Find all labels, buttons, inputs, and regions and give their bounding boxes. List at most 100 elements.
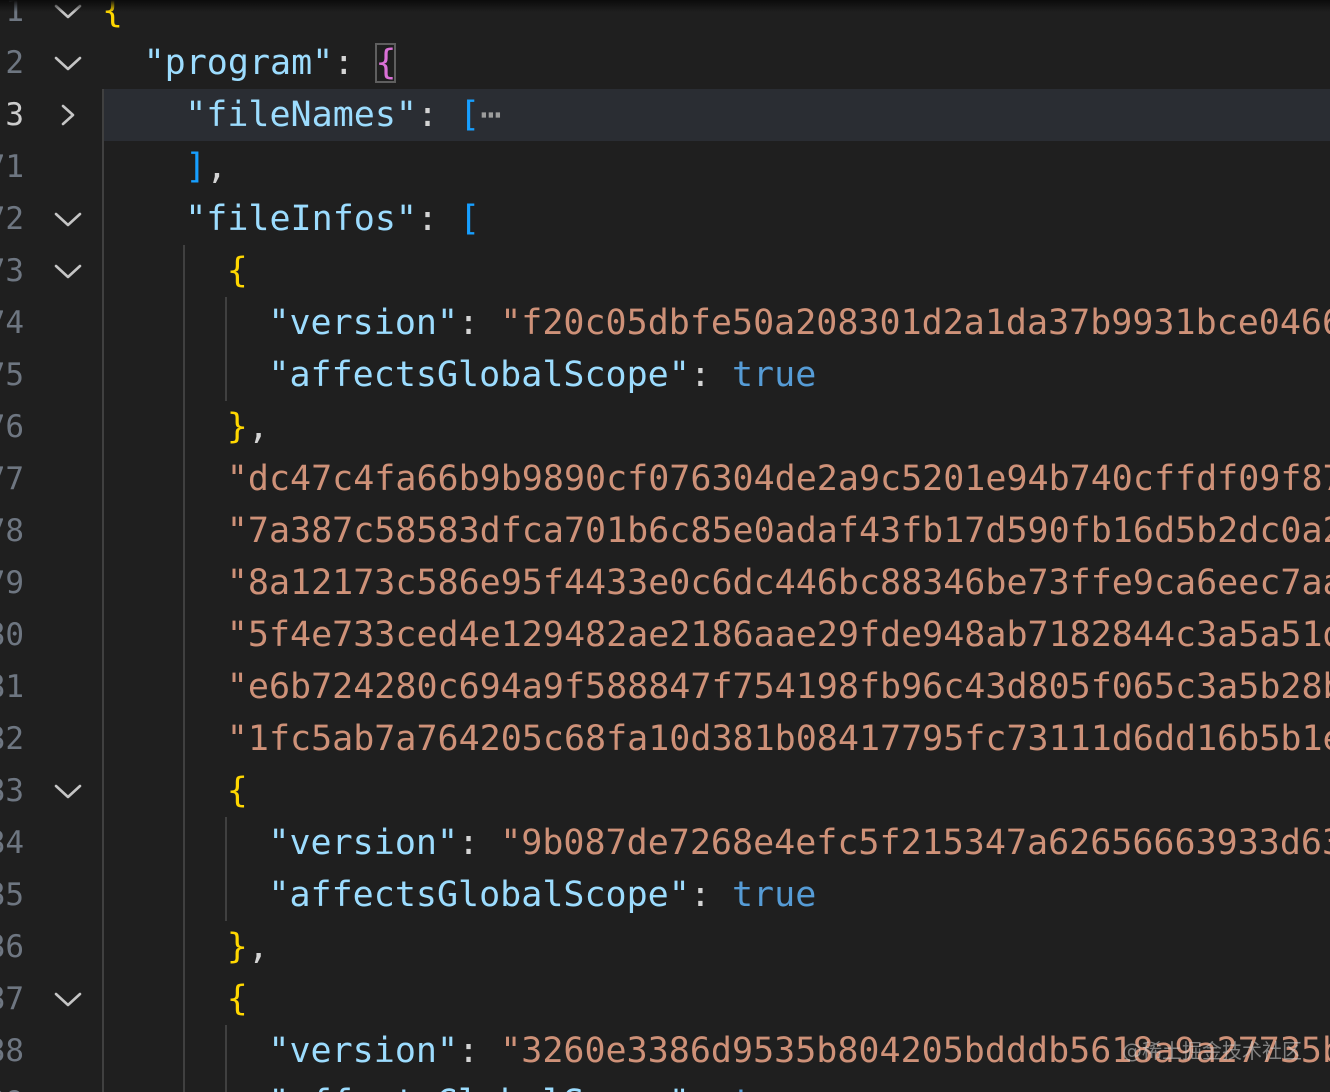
code-line-content: }, xyxy=(102,921,1330,973)
code-text: "dc47c4fa66b9b9890cf076304de2a9c5201e94b… xyxy=(227,453,1330,505)
code-line-content: }, xyxy=(102,401,1330,453)
code-line[interactable]: 81 "e6b724280c694a9f588847f754198fb96c43d… xyxy=(0,661,1330,713)
punctuation: , xyxy=(247,407,269,447)
json-key: "version" xyxy=(268,303,459,343)
code-text: "8a12173c586e95f4433e0c6dc446bc88346be73… xyxy=(227,557,1330,609)
json-string: "1fc5ab7a764205c68fa10d381b08417795fc731… xyxy=(226,719,1330,759)
code-line[interactable]: 71], xyxy=(0,141,1330,193)
indent-guide xyxy=(183,557,186,609)
line-number: 84 xyxy=(0,825,24,861)
indent-guide xyxy=(224,817,227,869)
code-line[interactable]: 2 "program": { xyxy=(0,37,1330,89)
code-line[interactable]: 86}, xyxy=(0,921,1330,973)
indent-guide xyxy=(102,141,104,193)
code-line-content: { xyxy=(102,973,1330,1025)
chevron-down-icon[interactable] xyxy=(50,203,86,235)
chevron-down-icon[interactable] xyxy=(50,775,86,807)
code-text: "version": "9b087de7268e4efc5f215347a626… xyxy=(268,817,1330,869)
code-text: { xyxy=(227,765,248,817)
code-line[interactable]: 80 "5f4e733ced4e129482ae2186aae29fde948ab… xyxy=(0,609,1330,661)
fold-ellipsis-icon[interactable]: ⋯ xyxy=(480,95,501,135)
code-line[interactable]: 79 "8a12173c586e95f4433e0c6dc446bc88346be… xyxy=(0,557,1330,609)
indent-guide xyxy=(183,297,186,349)
punctuation: , xyxy=(247,927,269,967)
punctuation: : xyxy=(689,875,732,915)
json-string: "9b087de7268e4efc5f215347a62656663933d63 xyxy=(500,823,1330,863)
indent-guide xyxy=(183,1077,186,1092)
punctuation: : xyxy=(690,1083,732,1092)
indent-guide xyxy=(224,297,227,349)
json-key: "version" xyxy=(268,1031,459,1071)
bracket: { xyxy=(226,771,248,811)
code-text: "e6b724280c694a9f588847f754198fb96c43d80… xyxy=(227,661,1330,713)
code-text: "fileNames": [⋯ xyxy=(185,89,501,141)
indent-guide xyxy=(102,817,104,869)
indent-guide xyxy=(102,1077,104,1092)
code-text: { xyxy=(227,973,248,1025)
line-number: 81 xyxy=(0,669,24,705)
chevron-down-icon[interactable] xyxy=(50,983,86,1015)
json-key: "affectsGlobalScope" xyxy=(268,355,690,395)
code-line-content: "affectsGlobalScope": true xyxy=(102,1077,1330,1092)
indent-guide xyxy=(183,765,186,817)
code-line[interactable]: 89 "affectsGlobalScope": true xyxy=(0,1077,1330,1092)
code-text: { xyxy=(227,245,248,297)
code-line[interactable]: 77 "dc47c4fa66b9b9890cf076304de2a9c5201e9… xyxy=(0,453,1330,505)
line-number: 88 xyxy=(0,1033,24,1069)
code-text: "5f4e733ced4e129482ae2186aae29fde948ab71… xyxy=(227,609,1330,661)
indent-guide xyxy=(102,453,104,505)
code-line-content: "7a387c58583dfca701b6c85e0adaf43fb17d590… xyxy=(102,505,1330,557)
line-number: 87 xyxy=(0,981,24,1017)
code-text: "affectsGlobalScope": true xyxy=(268,349,816,401)
indent-guide xyxy=(224,1025,227,1077)
indent-guide xyxy=(102,921,104,973)
code-line-content: ], xyxy=(102,141,1330,193)
code-line[interactable]: 3 "fileNames": [⋯ xyxy=(0,89,1330,141)
line-number: 75 xyxy=(0,357,24,393)
code-line[interactable]: 82 "1fc5ab7a764205c68fa10d381b08417795fc7… xyxy=(0,713,1330,765)
bracket: [ xyxy=(459,95,481,135)
chevron-down-icon[interactable] xyxy=(50,255,86,287)
code-line[interactable]: 85 "affectsGlobalScope": true xyxy=(0,869,1330,921)
code-editor[interactable]: 1{2"program": {3"fileNames": [⋯71],72"fi… xyxy=(0,0,1330,1092)
code-line[interactable]: 87 { xyxy=(0,973,1330,1025)
chevron-down-icon[interactable] xyxy=(50,47,86,79)
code-line-content: "program": { xyxy=(104,37,1330,89)
indent-guide xyxy=(183,661,186,713)
json-string: "8a12173c586e95f4433e0c6dc446bc88346be73… xyxy=(226,563,1330,603)
json-boolean: true xyxy=(731,875,817,915)
punctuation: , xyxy=(206,147,228,187)
code-line-content: { xyxy=(102,765,1330,817)
indent-guide xyxy=(224,869,227,921)
code-line[interactable]: 73 { xyxy=(0,245,1330,297)
json-boolean: true xyxy=(732,1083,816,1092)
indent-guide xyxy=(183,505,186,557)
code-line[interactable]: 76}, xyxy=(0,401,1330,453)
code-line-content: "fileInfos": [ xyxy=(102,193,1330,245)
line-number: 86 xyxy=(0,929,24,965)
code-line-content: "fileNames": [⋯ xyxy=(102,89,1330,141)
indent-guide xyxy=(102,245,104,297)
code-line[interactable]: 84 "version": "9b087de7268e4efc5f215347a6… xyxy=(0,817,1330,869)
json-string: "7a387c58583dfca701b6c85e0adaf43fb17d590… xyxy=(226,511,1330,551)
watermark: @稀土掘金技术社区 xyxy=(1122,1039,1302,1063)
code-line-content: "version": "9b087de7268e4efc5f215347a626… xyxy=(102,817,1330,869)
indent-guide xyxy=(183,921,186,973)
punctuation: : xyxy=(458,1031,501,1071)
code-line[interactable]: 74 "version": "f20c05dbfe50a208301d2a1da3… xyxy=(0,297,1330,349)
code-line[interactable]: 75 "affectsGlobalScope": true xyxy=(0,349,1330,401)
bracket: { xyxy=(226,251,248,291)
code-line[interactable]: 83 { xyxy=(0,765,1330,817)
punctuation: : xyxy=(333,43,376,83)
code-line[interactable]: 72 "fileInfos": [ xyxy=(0,193,1330,245)
indent-guide xyxy=(102,609,104,661)
indent-guide xyxy=(183,1025,186,1077)
chevron-right-icon[interactable] xyxy=(50,99,86,131)
line-number: 83 xyxy=(0,773,24,809)
code-line[interactable]: 78 "7a387c58583dfca701b6c85e0adaf43fb17d5… xyxy=(0,505,1330,557)
bracket: } xyxy=(226,927,248,967)
indent-guide xyxy=(102,1025,104,1077)
indent-guide xyxy=(183,609,186,661)
json-key: "affectsGlobalScope" xyxy=(268,1083,689,1092)
line-number: 77 xyxy=(0,461,24,497)
